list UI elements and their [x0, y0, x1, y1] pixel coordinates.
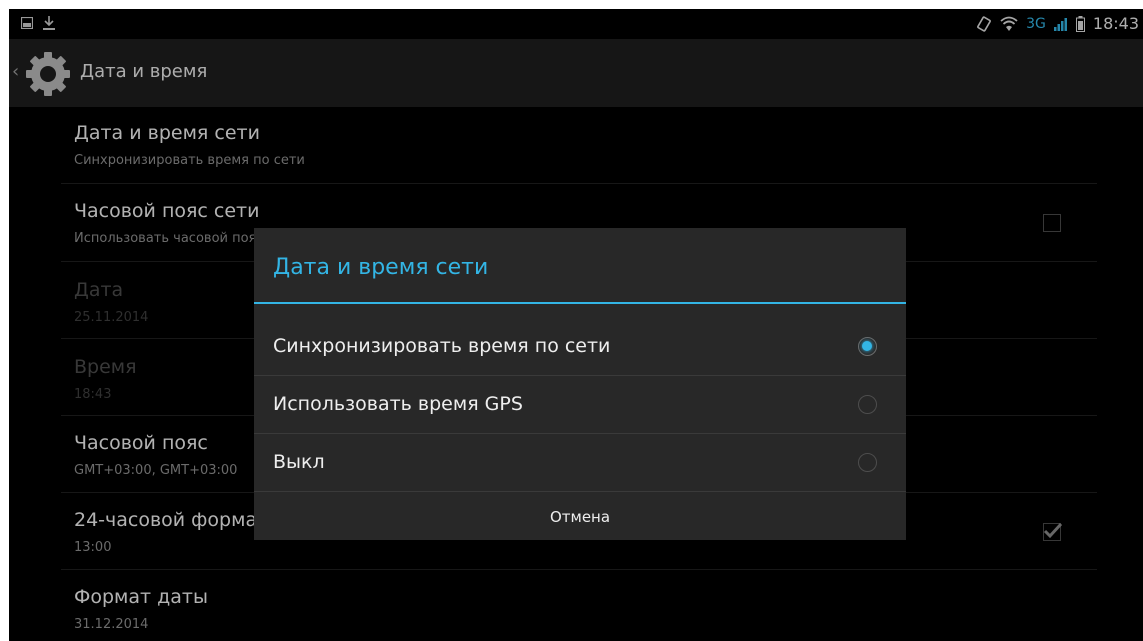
- clock: 18:43: [1092, 14, 1139, 33]
- option-use-gps-time[interactable]: Использовать время GPS: [254, 376, 906, 434]
- android-screen: 3G 18:43 ‹ Дата и время Дата и время сет…: [9, 9, 1143, 641]
- network-time-dialog: Дата и время сети Синхронизировать время…: [254, 228, 906, 540]
- pref-summary: 18:43: [74, 387, 112, 402]
- cancel-button[interactable]: Отмена: [254, 493, 906, 540]
- pref-title: Дата: [74, 279, 124, 301]
- pref-summary: 25.11.2014: [74, 310, 149, 325]
- system-icons: 3G 18:43: [976, 14, 1139, 33]
- pref-summary: 13:00: [74, 540, 112, 555]
- signal-icon: [1053, 17, 1067, 31]
- picture-icon: [21, 17, 33, 29]
- pref-network-time[interactable]: Дата и время сети Синхронизировать время…: [61, 107, 1097, 184]
- option-sync-network-time[interactable]: Синхронизировать время по сети: [254, 318, 906, 376]
- dialog-title: Дата и время сети: [273, 255, 489, 280]
- checkmark-icon: [1043, 522, 1063, 539]
- pref-title: Дата и время сети: [74, 122, 260, 144]
- pref-title: 24-часовой формат: [74, 509, 269, 531]
- gear-icon[interactable]: [24, 50, 72, 98]
- page-title: Дата и время: [80, 61, 208, 82]
- radio-unselected[interactable]: [858, 395, 877, 414]
- pref-summary: 31.12.2014: [74, 617, 149, 632]
- notification-icons: [21, 16, 55, 30]
- action-bar: ‹ Дата и время: [9, 39, 1143, 107]
- option-label: Синхронизировать время по сети: [273, 335, 611, 357]
- up-caret-icon[interactable]: ‹: [12, 61, 19, 82]
- option-label: Использовать время GPS: [273, 393, 523, 415]
- pref-summary: GMT+03:00, GMT+03:00: [74, 463, 238, 478]
- dialog-title-divider: [254, 302, 906, 304]
- status-bar: 3G 18:43: [9, 9, 1143, 39]
- option-label: Выкл: [273, 451, 325, 473]
- battery-icon: [1075, 15, 1085, 32]
- 24-hour-checkbox[interactable]: [1043, 522, 1063, 541]
- pref-title: Время: [74, 356, 137, 378]
- wifi-icon: [1000, 16, 1018, 31]
- radio-selected[interactable]: [858, 337, 877, 356]
- network-type: 3G: [1026, 15, 1046, 32]
- network-timezone-checkbox[interactable]: [1043, 214, 1061, 232]
- pref-summary: Синхронизировать время по сети: [74, 153, 305, 168]
- pref-title: Часовой пояс: [74, 432, 208, 454]
- radio-unselected[interactable]: [858, 453, 877, 472]
- pref-title: Формат даты: [74, 586, 208, 608]
- download-icon: [43, 16, 55, 30]
- rotate-icon: [977, 15, 992, 32]
- option-off[interactable]: Выкл: [254, 434, 906, 492]
- pref-title: Часовой пояс сети: [74, 200, 260, 222]
- pref-date-format[interactable]: Формат даты 31.12.2014: [61, 570, 1097, 641]
